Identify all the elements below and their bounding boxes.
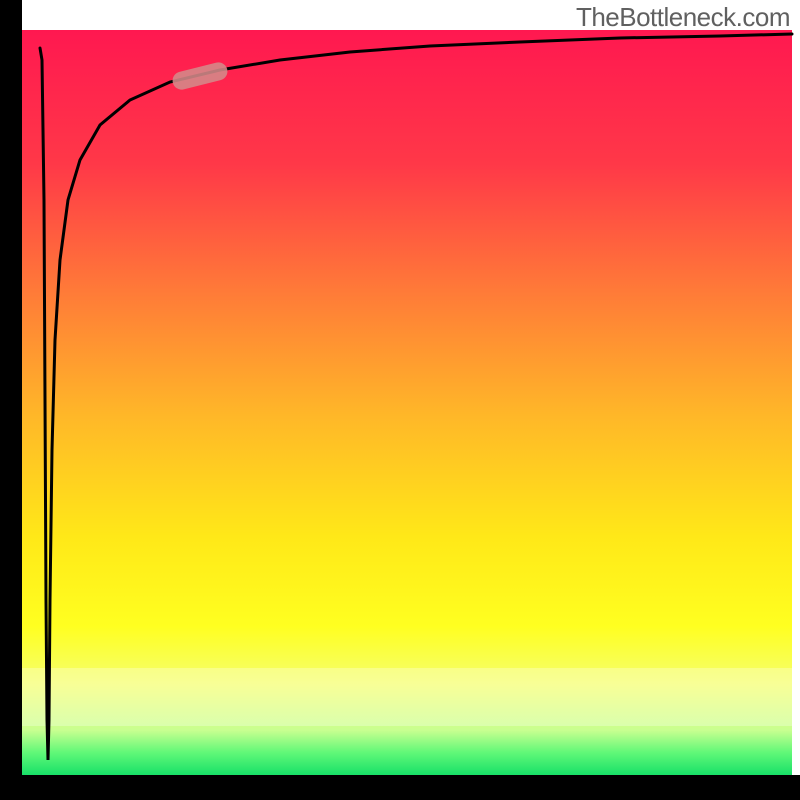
chart-svg: [0, 0, 800, 800]
bottleneck-chart: TheBottleneck.com: [0, 0, 800, 800]
pale-band: [22, 668, 792, 726]
y-axis: [0, 0, 22, 800]
plot-background: [22, 30, 792, 775]
watermark-label: TheBottleneck.com: [576, 2, 790, 33]
x-axis: [0, 775, 800, 800]
